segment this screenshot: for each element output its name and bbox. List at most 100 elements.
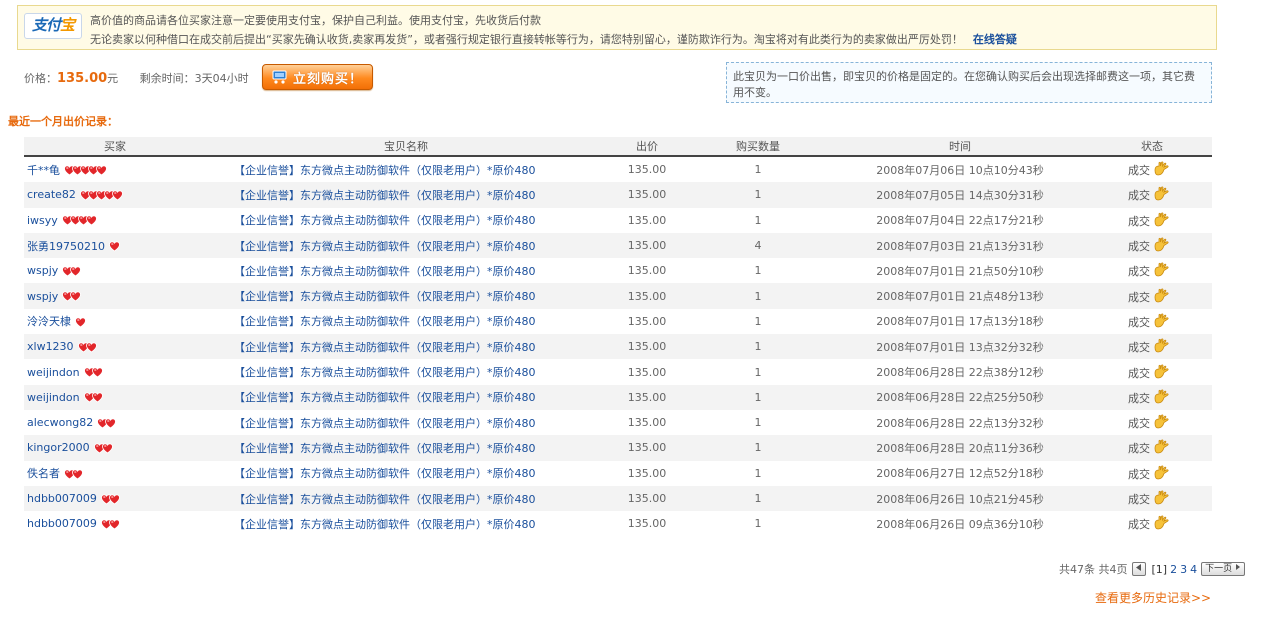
item-name-link[interactable]: 【企业信誉】东方微点主动防御软件（仅限老用户）*原价480	[234, 189, 536, 202]
time-cell: 2008年06月28日 22点38分12秒	[876, 366, 1044, 380]
quantity-cell: 1	[754, 314, 762, 328]
hand-icon	[1154, 389, 1169, 404]
column-header-buyer: 买家	[24, 137, 206, 157]
buyer-name-link[interactable]: kingor2000	[27, 441, 90, 454]
buyer-cell: 泠泠天棣	[24, 309, 206, 334]
item-name-link[interactable]: 【企业信誉】东方微点主动防御软件（仅限老用户）*原价480	[234, 290, 536, 303]
buyer-cell: hdbb007009	[24, 511, 206, 536]
buyer-name-link[interactable]: 泠泠天棣	[27, 315, 71, 328]
status-cell: 成交	[1092, 410, 1212, 435]
time-cell: 2008年07月05日 14点30分31秒	[876, 188, 1044, 202]
heart-icon	[91, 392, 103, 403]
item-name-link[interactable]: 【企业信誉】东方微点主动防御软件（仅限老用户）*原价480	[234, 366, 536, 379]
buyer-name-link[interactable]: 佚名者	[27, 467, 60, 480]
next-page-label: 下一页	[1205, 564, 1233, 574]
hand-icon	[1154, 313, 1169, 328]
time-cell: 2008年07月01日 21点50分10秒	[876, 264, 1044, 278]
hand-icon	[1154, 414, 1169, 429]
item-name-link[interactable]: 【企业信誉】东方微点主动防御软件（仅限老用户）*原价480	[234, 214, 536, 227]
credit-hearts	[109, 241, 120, 252]
hand-icon	[1154, 515, 1169, 530]
heart-icon	[85, 215, 97, 226]
online-help-link[interactable]: 在线答疑	[973, 33, 1017, 46]
status-label: 成交	[1128, 417, 1150, 431]
price-cell: 135.00	[627, 390, 667, 404]
buyer-name-link[interactable]: xlw1230	[27, 340, 74, 353]
item-name-link[interactable]: 【企业信誉】东方微点主动防御软件（仅限老用户）*原价480	[234, 265, 536, 278]
buyer-name-link[interactable]: iwsyy	[27, 214, 58, 227]
buyer-name-link[interactable]: wspjy	[27, 290, 58, 303]
buyer-name-link[interactable]: create82	[27, 188, 76, 201]
quantity-cell: 1	[754, 264, 762, 278]
page-link-4[interactable]: 4	[1190, 563, 1197, 576]
item-name-link[interactable]: 【企业信誉】东方微点主动防御软件（仅限老用户）*原价480	[234, 240, 536, 253]
credit-hearts	[97, 418, 117, 429]
item-name-link[interactable]: 【企业信誉】东方微点主动防御软件（仅限老用户）*原价480	[234, 341, 536, 354]
item-name-link[interactable]: 【企业信誉】东方微点主动防御软件（仅限老用户）*原价480	[234, 391, 536, 404]
status-label: 成交	[1128, 265, 1150, 279]
status-cell: 成交	[1092, 511, 1212, 536]
table-row: kingor2000 【企业信誉】东方微点主动防御软件（仅限老用户）*原价480 1…	[24, 435, 1212, 461]
item-cell: 【企业信誉】东方微点主动防御软件（仅限老用户）*原价480	[206, 486, 606, 511]
time-cell: 2008年06月27日 12点52分18秒	[876, 467, 1044, 481]
time-cell: 2008年07月01日 17点13分18秒	[876, 315, 1044, 329]
fixed-price-note: 此宝贝为一口价出售，即宝贝的价格是固定的。在您确认购买后会出现选择邮费这一项，其…	[726, 62, 1212, 103]
table-row: 佚名者 【企业信誉】东方微点主动防御软件（仅限老用户）*原价480 135.00 1 2…	[24, 461, 1212, 486]
quantity-cell: 1	[754, 492, 762, 505]
buyer-name-link[interactable]: hdbb007009	[27, 517, 97, 530]
item-name-link[interactable]: 【企业信誉】东方微点主动防御软件（仅限老用户）*原价480	[234, 164, 536, 177]
table-row: iwsyy 【企业信誉】东方微点主动防御软件（仅限老用户）*原价480 135.00…	[24, 208, 1212, 233]
status-cell: 成交	[1092, 334, 1212, 359]
status-cell: 成交	[1092, 208, 1212, 233]
item-name-link[interactable]: 【企业信誉】东方微点主动防御软件（仅限老用户）*原价480	[234, 493, 536, 506]
next-page-button[interactable]: 下一页	[1201, 562, 1245, 576]
hand-icon	[1154, 237, 1169, 252]
item-name-link[interactable]: 【企业信誉】东方微点主动防御软件（仅限老用户）*原价480	[234, 442, 536, 455]
buyer-name-link[interactable]: 千**龟	[27, 164, 60, 177]
more-history-link[interactable]: 查看更多历史记录>>	[1095, 589, 1211, 606]
buyer-cell: hdbb007009	[24, 486, 206, 511]
page-link-2[interactable]: 2	[1170, 563, 1177, 576]
item-name-link[interactable]: 【企业信誉】东方微点主动防御软件（仅限老用户）*原价480	[234, 315, 536, 328]
buyer-name-link[interactable]: weijindon	[27, 366, 80, 379]
table-row: 泠泠天棣 【企业信誉】东方微点主动防御软件（仅限老用户）*原价480 135.00 1…	[24, 309, 1212, 334]
hand-icon	[1154, 338, 1169, 353]
price-cell: 135.00	[627, 416, 667, 430]
item-cell: 【企业信誉】东方微点主动防御软件（仅限老用户）*原价480	[206, 208, 606, 233]
status-cell: 成交	[1092, 461, 1212, 486]
credit-hearts	[64, 165, 107, 176]
buyer-name-link[interactable]: 张勇19750210	[27, 240, 105, 253]
status-cell: 成交	[1092, 283, 1212, 308]
buyer-cell: alecwong82	[24, 410, 206, 435]
buyer-name-link[interactable]: alecwong82	[27, 416, 93, 429]
price-cell: 135.00	[627, 492, 667, 505]
item-name-link[interactable]: 【企业信誉】东方微点主动防御软件（仅限老用户）*原价480	[234, 467, 536, 480]
buyer-name-link[interactable]: wspjy	[27, 264, 58, 277]
credit-hearts	[61, 215, 97, 226]
prev-page-button[interactable]	[1131, 562, 1146, 576]
quantity-cell: 1	[754, 163, 762, 177]
buyer-cell: wspjy	[24, 258, 206, 283]
status-cell: 成交	[1092, 233, 1212, 258]
status-cell: 成交	[1092, 309, 1212, 334]
buy-now-button[interactable]: 立刻购买！	[262, 64, 373, 90]
buyer-name-link[interactable]: hdbb007009	[27, 492, 97, 505]
bid-records-table: 买家 宝贝名称 出价 购买数量 时间 状态 千**龟 【企业信誉】东方微点主动防御…	[24, 137, 1212, 536]
buyer-name-link[interactable]: weijindon	[27, 391, 80, 404]
status-label: 成交	[1128, 240, 1150, 254]
price-cell: 135.00	[627, 466, 667, 480]
credit-hearts	[93, 443, 113, 454]
hand-icon	[1154, 439, 1169, 454]
page-link-3[interactable]: 3	[1180, 563, 1187, 576]
item-name-link[interactable]: 【企业信誉】东方微点主动防御软件（仅限老用户）*原价480	[234, 417, 536, 430]
quantity-cell: 4	[754, 239, 762, 253]
status-label: 成交	[1128, 391, 1150, 405]
price-cell: 135.00	[627, 517, 667, 531]
time-cell: 2008年06月28日 22点13分32秒	[876, 416, 1044, 430]
heart-icon	[96, 165, 107, 176]
quantity-cell: 1	[754, 517, 762, 531]
item-name-link[interactable]: 【企业信誉】东方微点主动防御软件（仅限老用户）*原价480	[234, 518, 536, 531]
quantity-cell: 1	[754, 416, 762, 430]
price-cell: 135.00	[627, 188, 667, 202]
item-cell: 【企业信誉】东方微点主动防御软件（仅限老用户）*原价480	[206, 385, 606, 410]
